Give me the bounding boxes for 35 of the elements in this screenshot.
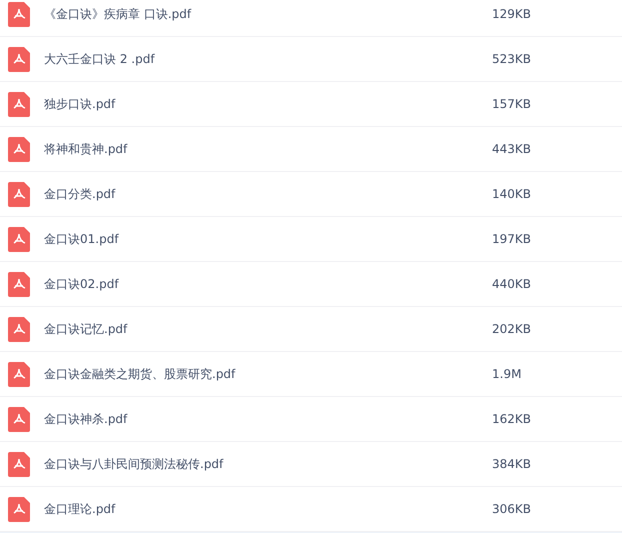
pdf-file-icon bbox=[8, 92, 30, 116]
pdf-file-icon bbox=[8, 46, 30, 72]
file-size: 157KB bbox=[492, 97, 532, 111]
file-name[interactable]: 金口诀与八卦民间预测法秘传.pdf bbox=[44, 456, 492, 472]
file-size: 197KB bbox=[492, 232, 532, 246]
pdf-file-icon bbox=[8, 496, 30, 522]
pdf-file-icon bbox=[8, 136, 30, 162]
file-name[interactable]: 大六壬金口诀 2 .pdf bbox=[44, 50, 492, 68]
file-size: 1.9M bbox=[492, 367, 522, 381]
pdf-file-icon bbox=[8, 272, 30, 296]
pdf-file-icon bbox=[8, 452, 30, 476]
pdf-file-icon bbox=[8, 362, 30, 386]
file-size: 140KB bbox=[492, 187, 532, 201]
file-size: 384KB bbox=[492, 457, 532, 471]
file-name[interactable]: 独步口诀.pdf bbox=[44, 96, 492, 112]
file-size: 202KB bbox=[492, 322, 532, 336]
file-size: 129KB bbox=[492, 7, 532, 21]
file-name[interactable]: 金口诀神杀.pdf bbox=[44, 410, 492, 428]
pdf-file-icon bbox=[8, 182, 30, 206]
file-size: 162KB bbox=[492, 412, 532, 426]
file-name[interactable]: 金口诀01.pdf bbox=[44, 230, 492, 248]
file-size: 443KB bbox=[492, 142, 532, 156]
file-name[interactable]: 金口诀记忆.pdf bbox=[44, 320, 492, 338]
file-size: 523KB bbox=[492, 52, 532, 66]
file-name[interactable]: 《金口诀》疾病章 口诀.pdf bbox=[44, 6, 492, 22]
file-name[interactable]: 金口诀02.pdf bbox=[44, 276, 492, 292]
file-name[interactable]: 金口分类.pdf bbox=[44, 186, 492, 202]
pdf-file-icon bbox=[8, 406, 30, 432]
pdf-file-icon bbox=[8, 226, 30, 252]
file-size: 440KB bbox=[492, 277, 532, 291]
pdf-file-icon bbox=[8, 316, 30, 342]
file-name[interactable]: 将神和贵神.pdf bbox=[44, 140, 492, 158]
file-name[interactable]: 金口诀金融类之期货、股票研究.pdf bbox=[44, 366, 492, 382]
file-size: 306KB bbox=[492, 502, 532, 516]
file-name[interactable]: 金口理论.pdf bbox=[44, 500, 492, 518]
